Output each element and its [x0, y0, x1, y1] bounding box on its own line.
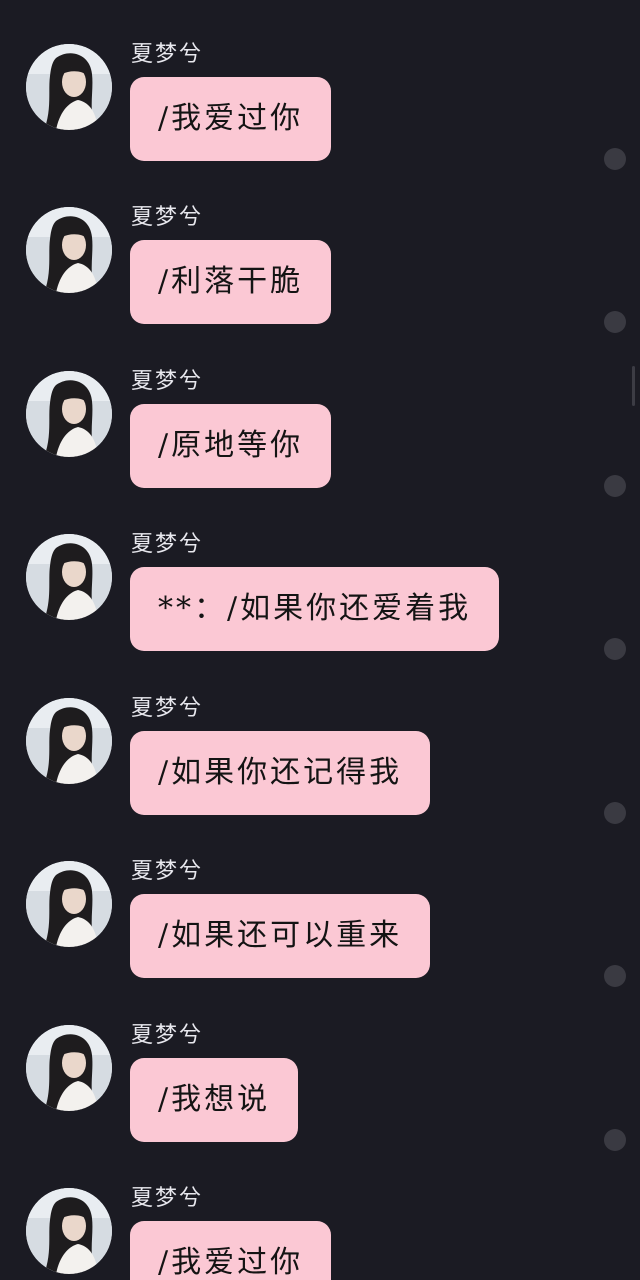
message-bubble[interactable]: /我爱过你 — [130, 77, 332, 161]
message-row: 夏梦兮 **：/如果你还爱着我 — [0, 532, 640, 697]
sender-name: 夏梦兮 — [131, 1023, 204, 1048]
avatar[interactable] — [26, 44, 112, 130]
message-row: 夏梦兮 /如果你还记得我 — [0, 696, 640, 861]
message-bubble[interactable]: **：/如果你还爱着我 — [130, 567, 500, 651]
message-bubble[interactable]: /利落干脆 — [130, 240, 332, 324]
message-bubble[interactable]: /如果你还记得我 — [130, 731, 431, 815]
sender-name: 夏梦兮 — [131, 369, 204, 394]
user-avatar-icon — [26, 1188, 112, 1274]
avatar[interactable] — [26, 371, 112, 457]
user-avatar-icon — [26, 698, 112, 784]
select-circle[interactable] — [604, 475, 626, 497]
user-avatar-icon — [26, 207, 112, 293]
sender-name: 夏梦兮 — [131, 1186, 204, 1211]
avatar[interactable] — [26, 534, 112, 620]
avatar[interactable] — [26, 698, 112, 784]
avatar[interactable] — [26, 207, 112, 293]
avatar[interactable] — [26, 1025, 112, 1111]
message-bubble[interactable]: /原地等你 — [130, 404, 332, 488]
avatar[interactable] — [26, 861, 112, 947]
scrollbar[interactable] — [632, 366, 635, 406]
message-row: 夏梦兮 /如果还可以重来 — [0, 859, 640, 1024]
user-avatar-icon — [26, 1025, 112, 1111]
message-row: 夏梦兮 /利落干脆 — [0, 205, 640, 370]
message-bubble[interactable]: /我爱过你 — [130, 1221, 332, 1280]
sender-name: 夏梦兮 — [131, 696, 204, 721]
message-row: 夏梦兮 /原地等你 — [0, 369, 640, 534]
sender-name: 夏梦兮 — [131, 532, 204, 557]
user-avatar-icon — [26, 534, 112, 620]
select-circle[interactable] — [604, 148, 626, 170]
select-circle[interactable] — [604, 802, 626, 824]
select-circle[interactable] — [604, 311, 626, 333]
user-avatar-icon — [26, 44, 112, 130]
sender-name: 夏梦兮 — [131, 205, 204, 230]
message-bubble[interactable]: /如果还可以重来 — [130, 894, 431, 978]
select-circle[interactable] — [604, 638, 626, 660]
message-row: 夏梦兮 /我想说 — [0, 1023, 640, 1188]
chat-message-list[interactable]: 夏梦兮 /我爱过你 夏梦兮 /利落干脆 夏梦兮 /原地等你 夏梦兮 **：/如果… — [0, 0, 640, 1280]
select-circle[interactable] — [604, 1129, 626, 1151]
select-circle[interactable] — [604, 965, 626, 987]
user-avatar-icon — [26, 371, 112, 457]
sender-name: 夏梦兮 — [131, 859, 204, 884]
avatar[interactable] — [26, 1188, 112, 1274]
sender-name: 夏梦兮 — [131, 42, 204, 67]
message-row: 夏梦兮 /我爱过你 — [0, 42, 640, 207]
message-bubble[interactable]: /我想说 — [130, 1058, 299, 1142]
message-row: 夏梦兮 /我爱过你 — [0, 1186, 640, 1280]
user-avatar-icon — [26, 861, 112, 947]
